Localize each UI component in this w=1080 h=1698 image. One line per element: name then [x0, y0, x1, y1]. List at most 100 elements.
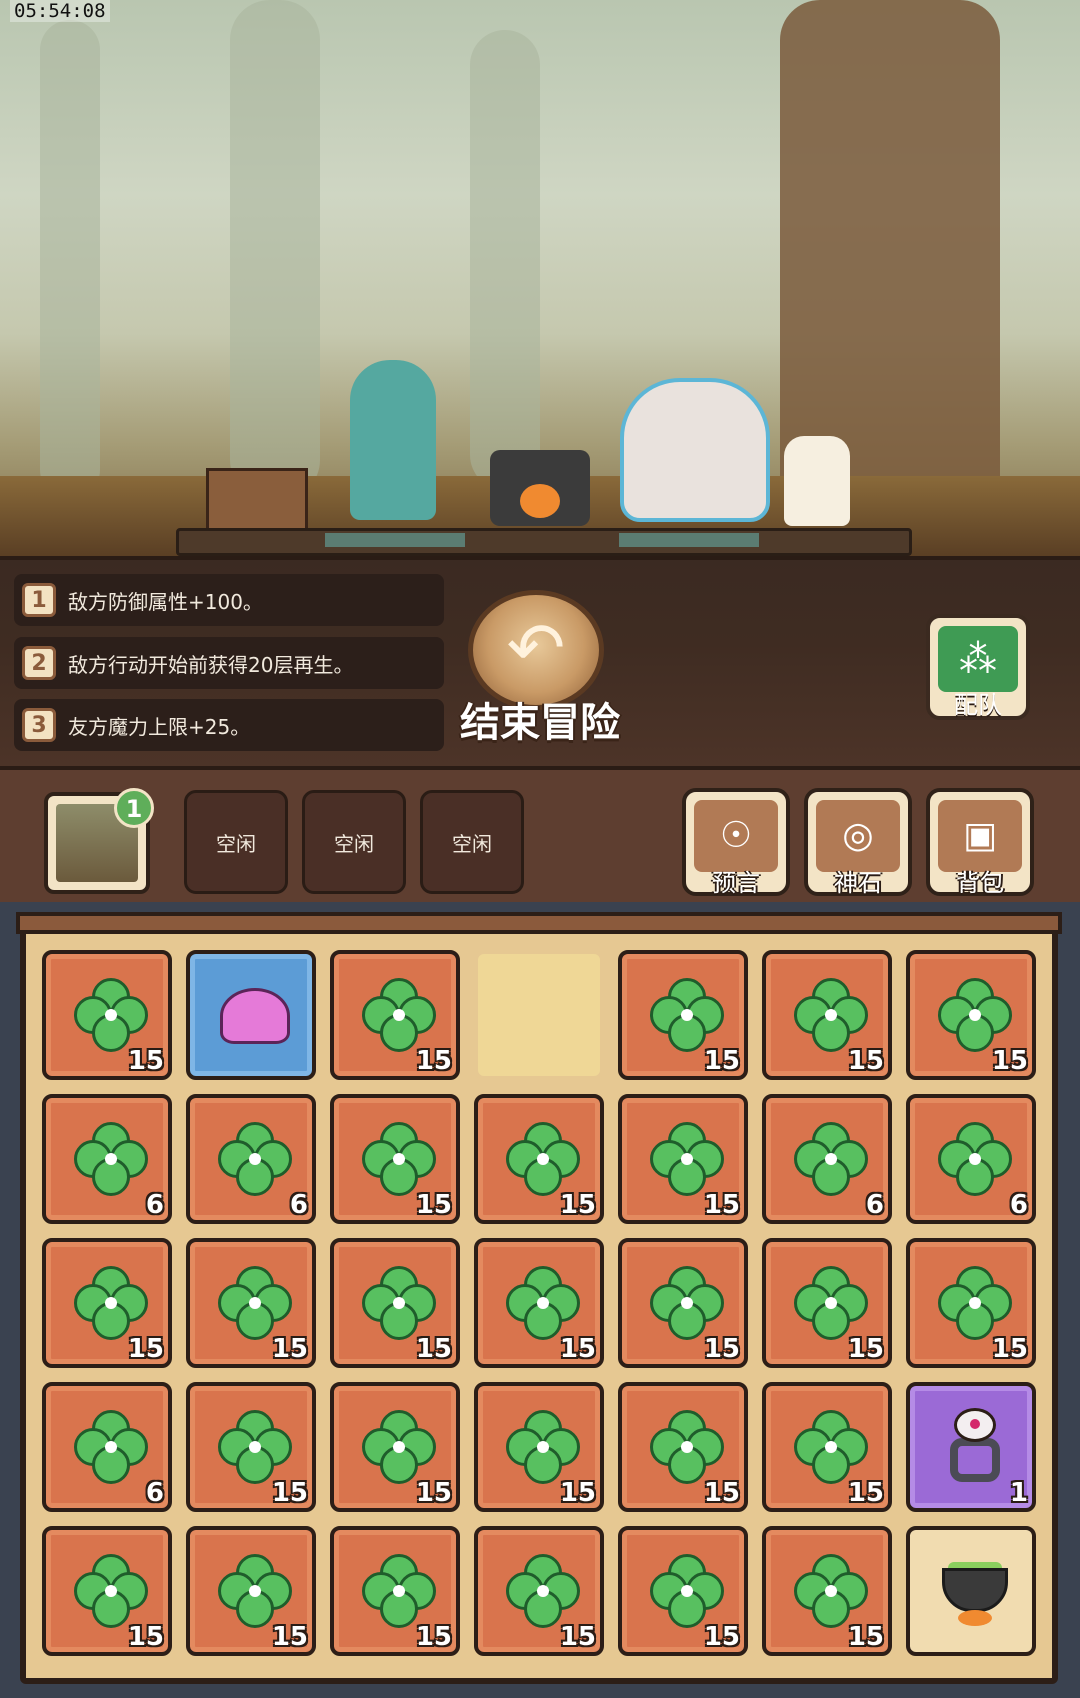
- end-adventure-button[interactable]: ↶ 结束冒险: [460, 590, 620, 746]
- effect-number-badge: 3: [22, 708, 56, 742]
- inventory-slot[interactable]: 15: [330, 1526, 460, 1656]
- effect-row: 2 敌方行动开始前获得20层再生。: [14, 637, 444, 689]
- supply-crate[interactable]: [206, 468, 308, 532]
- item-count: 15: [703, 1622, 740, 1652]
- four-leaf-clover-icon: [650, 1266, 724, 1340]
- backpack-button[interactable]: ▣ 背包: [926, 788, 1034, 897]
- cooking-pot[interactable]: [490, 450, 590, 526]
- inventory-slot[interactable]: 15: [618, 1382, 748, 1512]
- four-leaf-clover-icon: [74, 1122, 148, 1196]
- inventory-slot[interactable]: 15: [186, 1382, 316, 1512]
- idle-slot[interactable]: 空闲: [184, 790, 288, 894]
- inventory-slot[interactable]: 15: [762, 1238, 892, 1368]
- four-leaf-clover-icon: [74, 978, 148, 1052]
- item-count: 15: [703, 1046, 740, 1076]
- inventory-slot[interactable]: 15: [42, 1526, 172, 1656]
- four-leaf-clover-icon: [794, 1122, 868, 1196]
- inventory-slot[interactable]: 15: [618, 1526, 748, 1656]
- inventory-slot: [474, 950, 604, 1080]
- inventory-slot[interactable]: 15: [474, 1238, 604, 1368]
- item-count: 15: [415, 1046, 452, 1076]
- inventory-slot[interactable]: 15: [906, 950, 1036, 1080]
- inventory-slot[interactable]: 15: [330, 1238, 460, 1368]
- hero-bunny-girl[interactable]: [350, 360, 436, 520]
- item-count: 6: [289, 1190, 308, 1220]
- item-count: 15: [703, 1190, 740, 1220]
- effect-text: 友方魔力上限+25。: [68, 714, 251, 739]
- item-count: 1: [1009, 1478, 1028, 1508]
- inventory-slot[interactable]: 6: [42, 1094, 172, 1224]
- item-count: 15: [127, 1046, 164, 1076]
- four-leaf-clover-icon: [362, 1410, 436, 1484]
- item-count: 15: [559, 1190, 596, 1220]
- item-count: 15: [847, 1334, 884, 1364]
- inventory-slot[interactable]: [186, 950, 316, 1080]
- team-icon: ⁂: [938, 626, 1018, 692]
- four-leaf-clover-icon: [650, 1554, 724, 1628]
- backpack-label: 背包: [956, 869, 1004, 897]
- team-label: 配队: [954, 691, 1002, 719]
- inventory-slot[interactable]: 15: [186, 1238, 316, 1368]
- inventory-slot[interactable]: 15: [330, 1094, 460, 1224]
- item-count: 15: [415, 1190, 452, 1220]
- inventory-slot[interactable]: 15: [330, 1382, 460, 1512]
- four-leaf-clover-icon: [218, 1122, 292, 1196]
- god-stone-label: 神石: [834, 869, 882, 897]
- item-count: 15: [415, 1334, 452, 1364]
- effect-text: 敌方行动开始前获得20层再生。: [68, 652, 354, 677]
- cooking-pot-icon: [928, 1556, 1022, 1626]
- stage-count-badge: 1: [114, 788, 154, 828]
- hero-princess[interactable]: [620, 378, 770, 522]
- four-leaf-clover-icon: [938, 978, 1012, 1052]
- item-count: 15: [127, 1334, 164, 1364]
- four-leaf-clover-icon: [218, 1266, 292, 1340]
- inventory-slot[interactable]: 15: [618, 1094, 748, 1224]
- inventory-slot[interactable]: 15: [330, 950, 460, 1080]
- four-leaf-clover-icon: [362, 1266, 436, 1340]
- four-leaf-clover-icon: [506, 1554, 580, 1628]
- inventory-slot[interactable]: 15: [618, 1238, 748, 1368]
- battle-scene: 05:54:08: [0, 0, 1080, 556]
- item-count: 15: [847, 1478, 884, 1508]
- item-count: 15: [559, 1622, 596, 1652]
- inventory-slot[interactable]: 15: [906, 1238, 1036, 1368]
- inventory-slot[interactable]: 6: [42, 1382, 172, 1512]
- inventory-slot[interactable]: 15: [474, 1526, 604, 1656]
- inventory-slot[interactable]: 1: [906, 1382, 1036, 1512]
- prophecy-button[interactable]: ☉ 预言: [682, 788, 790, 897]
- inventory-slot[interactable]: 15: [762, 1526, 892, 1656]
- inventory-slot[interactable]: 15: [618, 950, 748, 1080]
- effect-number-badge: 2: [22, 646, 56, 680]
- inventory-grid: 15 15 15 15 15 6 6 15 15 15 6 6 15 15 15 15 15 15 15 6 15 15 1…: [42, 950, 1038, 1660]
- item-count: 15: [271, 1478, 308, 1508]
- inventory-slot[interactable]: 6: [906, 1094, 1036, 1224]
- inventory-slot[interactable]: 6: [762, 1094, 892, 1224]
- white-cat[interactable]: [784, 436, 850, 526]
- four-leaf-clover-icon: [74, 1266, 148, 1340]
- four-leaf-clover-icon: [794, 1266, 868, 1340]
- inventory-slot[interactable]: 15: [42, 1238, 172, 1368]
- inventory-slot[interactable]: [906, 1526, 1036, 1656]
- inventory-slot[interactable]: 15: [474, 1094, 604, 1224]
- item-count: 15: [703, 1478, 740, 1508]
- stone-icon: ◎: [816, 800, 900, 872]
- idle-slot[interactable]: 空闲: [302, 790, 406, 894]
- four-leaf-clover-icon: [794, 1410, 868, 1484]
- inventory-slot[interactable]: 6: [186, 1094, 316, 1224]
- inventory-slot[interactable]: 15: [186, 1526, 316, 1656]
- four-leaf-clover-icon: [362, 1122, 436, 1196]
- inventory-slot[interactable]: 15: [762, 1382, 892, 1512]
- item-count: 15: [415, 1622, 452, 1652]
- god-stone-button[interactable]: ◎ 神石: [804, 788, 912, 897]
- inventory-slot[interactable]: 15: [762, 950, 892, 1080]
- team-setup-button[interactable]: ⁂ 配队: [926, 614, 1030, 720]
- inventory-slot[interactable]: 15: [42, 950, 172, 1080]
- four-leaf-clover-icon: [218, 1410, 292, 1484]
- four-leaf-clover-icon: [650, 1410, 724, 1484]
- prophecy-label: 预言: [712, 869, 760, 897]
- inventory-slot[interactable]: 15: [474, 1382, 604, 1512]
- idle-slot[interactable]: 空闲: [420, 790, 524, 894]
- effect-text: 敌方防御属性+100。: [68, 589, 263, 614]
- gem-ring-icon: [940, 1408, 1010, 1488]
- four-leaf-clover-icon: [938, 1122, 1012, 1196]
